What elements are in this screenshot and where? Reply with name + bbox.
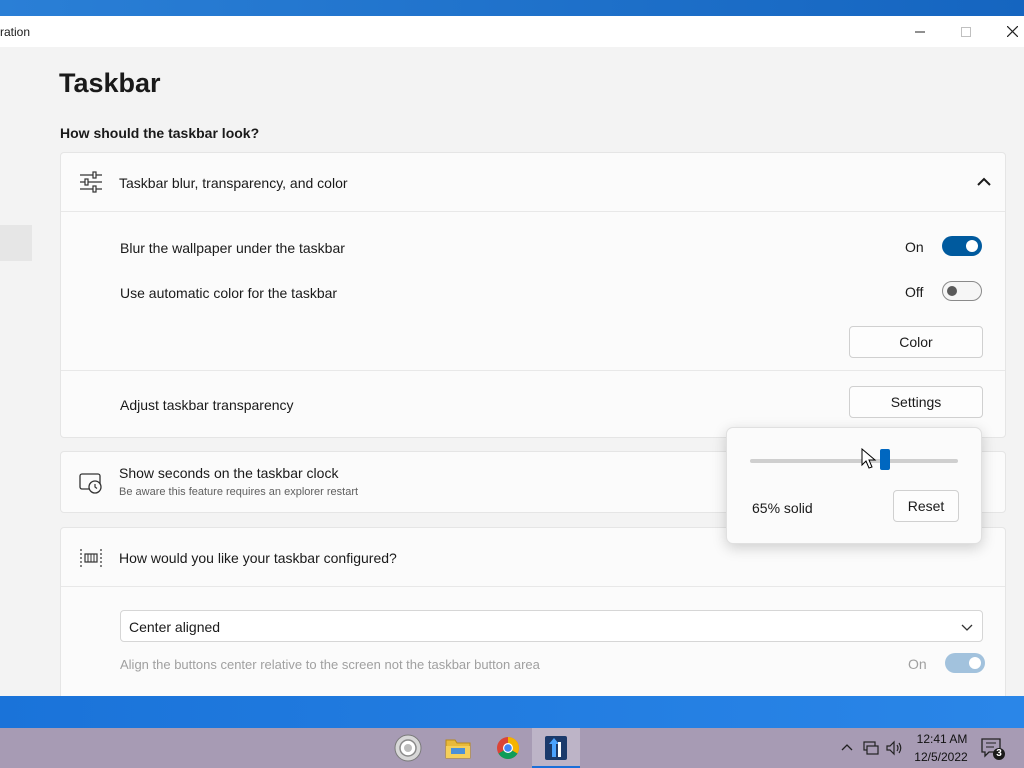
blur-toggle-state: On (905, 239, 924, 255)
chevron-up-icon[interactable] (975, 173, 993, 191)
toggle-knob (969, 657, 981, 669)
blur-transparency-card: Taskbar blur, transparency, and color Bl… (60, 152, 1006, 438)
alignment-dropdown-value: Center aligned (129, 619, 221, 635)
auto-color-toggle-state: Off (905, 284, 924, 300)
app-icon (545, 736, 567, 760)
navigation-pane (0, 47, 38, 696)
section-header: How should the taskbar look? (60, 125, 260, 141)
auto-color-label: Use automatic color for the taskbar (120, 285, 338, 301)
blur-card-title: Taskbar blur, transparency, and color (119, 175, 348, 191)
toggle-knob (947, 286, 957, 296)
alignment-dropdown[interactable]: Center aligned (120, 610, 983, 642)
desktop-background-strip (0, 696, 1024, 728)
show-seconds-subtitle: Be aware this feature requires an explor… (119, 486, 359, 498)
mouse-pointer-icon (861, 448, 877, 469)
taskbar: 3 (0, 728, 1024, 768)
start-orb-button[interactable] (384, 728, 432, 768)
transparency-settings-button[interactable]: Settings (849, 386, 983, 418)
blur-wallpaper-toggle[interactable] (942, 236, 982, 256)
clock-time[interactable]: 12:41 AM (913, 732, 971, 746)
settings-window: ration Taskbar How should the taskbar lo… (0, 16, 1024, 696)
clock-icon (79, 473, 102, 494)
transparency-flyout: 65% solid Reset (726, 427, 982, 544)
transparency-label: Adjust taskbar transparency (120, 397, 294, 413)
file-explorer-icon (445, 739, 471, 759)
divider (61, 586, 1005, 587)
page-title: Taskbar (59, 68, 161, 98)
transparency-slider-thumb[interactable] (880, 449, 891, 470)
align-toggle-state: On (908, 656, 927, 672)
auto-color-toggle[interactable] (942, 281, 982, 301)
align-center-toggle (945, 653, 985, 673)
reset-button[interactable]: Reset (893, 490, 959, 522)
sliders-icon (80, 171, 102, 193)
chevron-up-icon[interactable] (838, 739, 856, 757)
close-button[interactable] (989, 16, 1024, 47)
chrome-icon (497, 737, 519, 759)
divider (61, 211, 1005, 212)
chevron-down-icon (961, 624, 973, 631)
color-button[interactable]: Color (849, 326, 983, 358)
divider (61, 370, 1005, 371)
taskbar-align-icon (80, 549, 102, 567)
taskbar-config-card: How would you like your taskbar configur… (60, 527, 1006, 696)
blur-card-header[interactable]: Taskbar blur, transparency, and color (61, 153, 1005, 211)
clock-date[interactable]: 12/5/2022 (910, 750, 972, 764)
file-explorer-button[interactable] (434, 728, 482, 768)
action-center-button[interactable]: 3 (980, 737, 1006, 761)
align-center-description: Align the buttons center relative to the… (120, 657, 540, 672)
minimize-button[interactable] (897, 16, 943, 47)
close-icon (1006, 26, 1018, 37)
nav-item-selected[interactable] (0, 225, 32, 261)
maximize-icon (961, 26, 971, 37)
config-card-title: How would you like your taskbar configur… (119, 550, 397, 566)
volume-icon[interactable] (885, 739, 903, 757)
notification-count: 3 (996, 748, 1002, 759)
chrome-button[interactable] (484, 728, 532, 768)
transparency-slider-track[interactable] (750, 459, 958, 463)
transparency-value: 65% solid (752, 500, 813, 516)
desktop-background (0, 0, 1024, 16)
show-seconds-title: Show seconds on the taskbar clock (119, 465, 339, 481)
maximize-button[interactable] (943, 16, 989, 47)
title-bar: ration (0, 16, 1024, 47)
app-button-active[interactable] (532, 728, 580, 768)
minimize-icon (915, 31, 925, 32)
blur-wallpaper-label: Blur the wallpaper under the taskbar (120, 240, 345, 256)
network-icon[interactable] (862, 739, 880, 757)
window-title: ration (0, 25, 31, 39)
toggle-knob (966, 240, 978, 252)
start-orb-icon (394, 734, 422, 762)
